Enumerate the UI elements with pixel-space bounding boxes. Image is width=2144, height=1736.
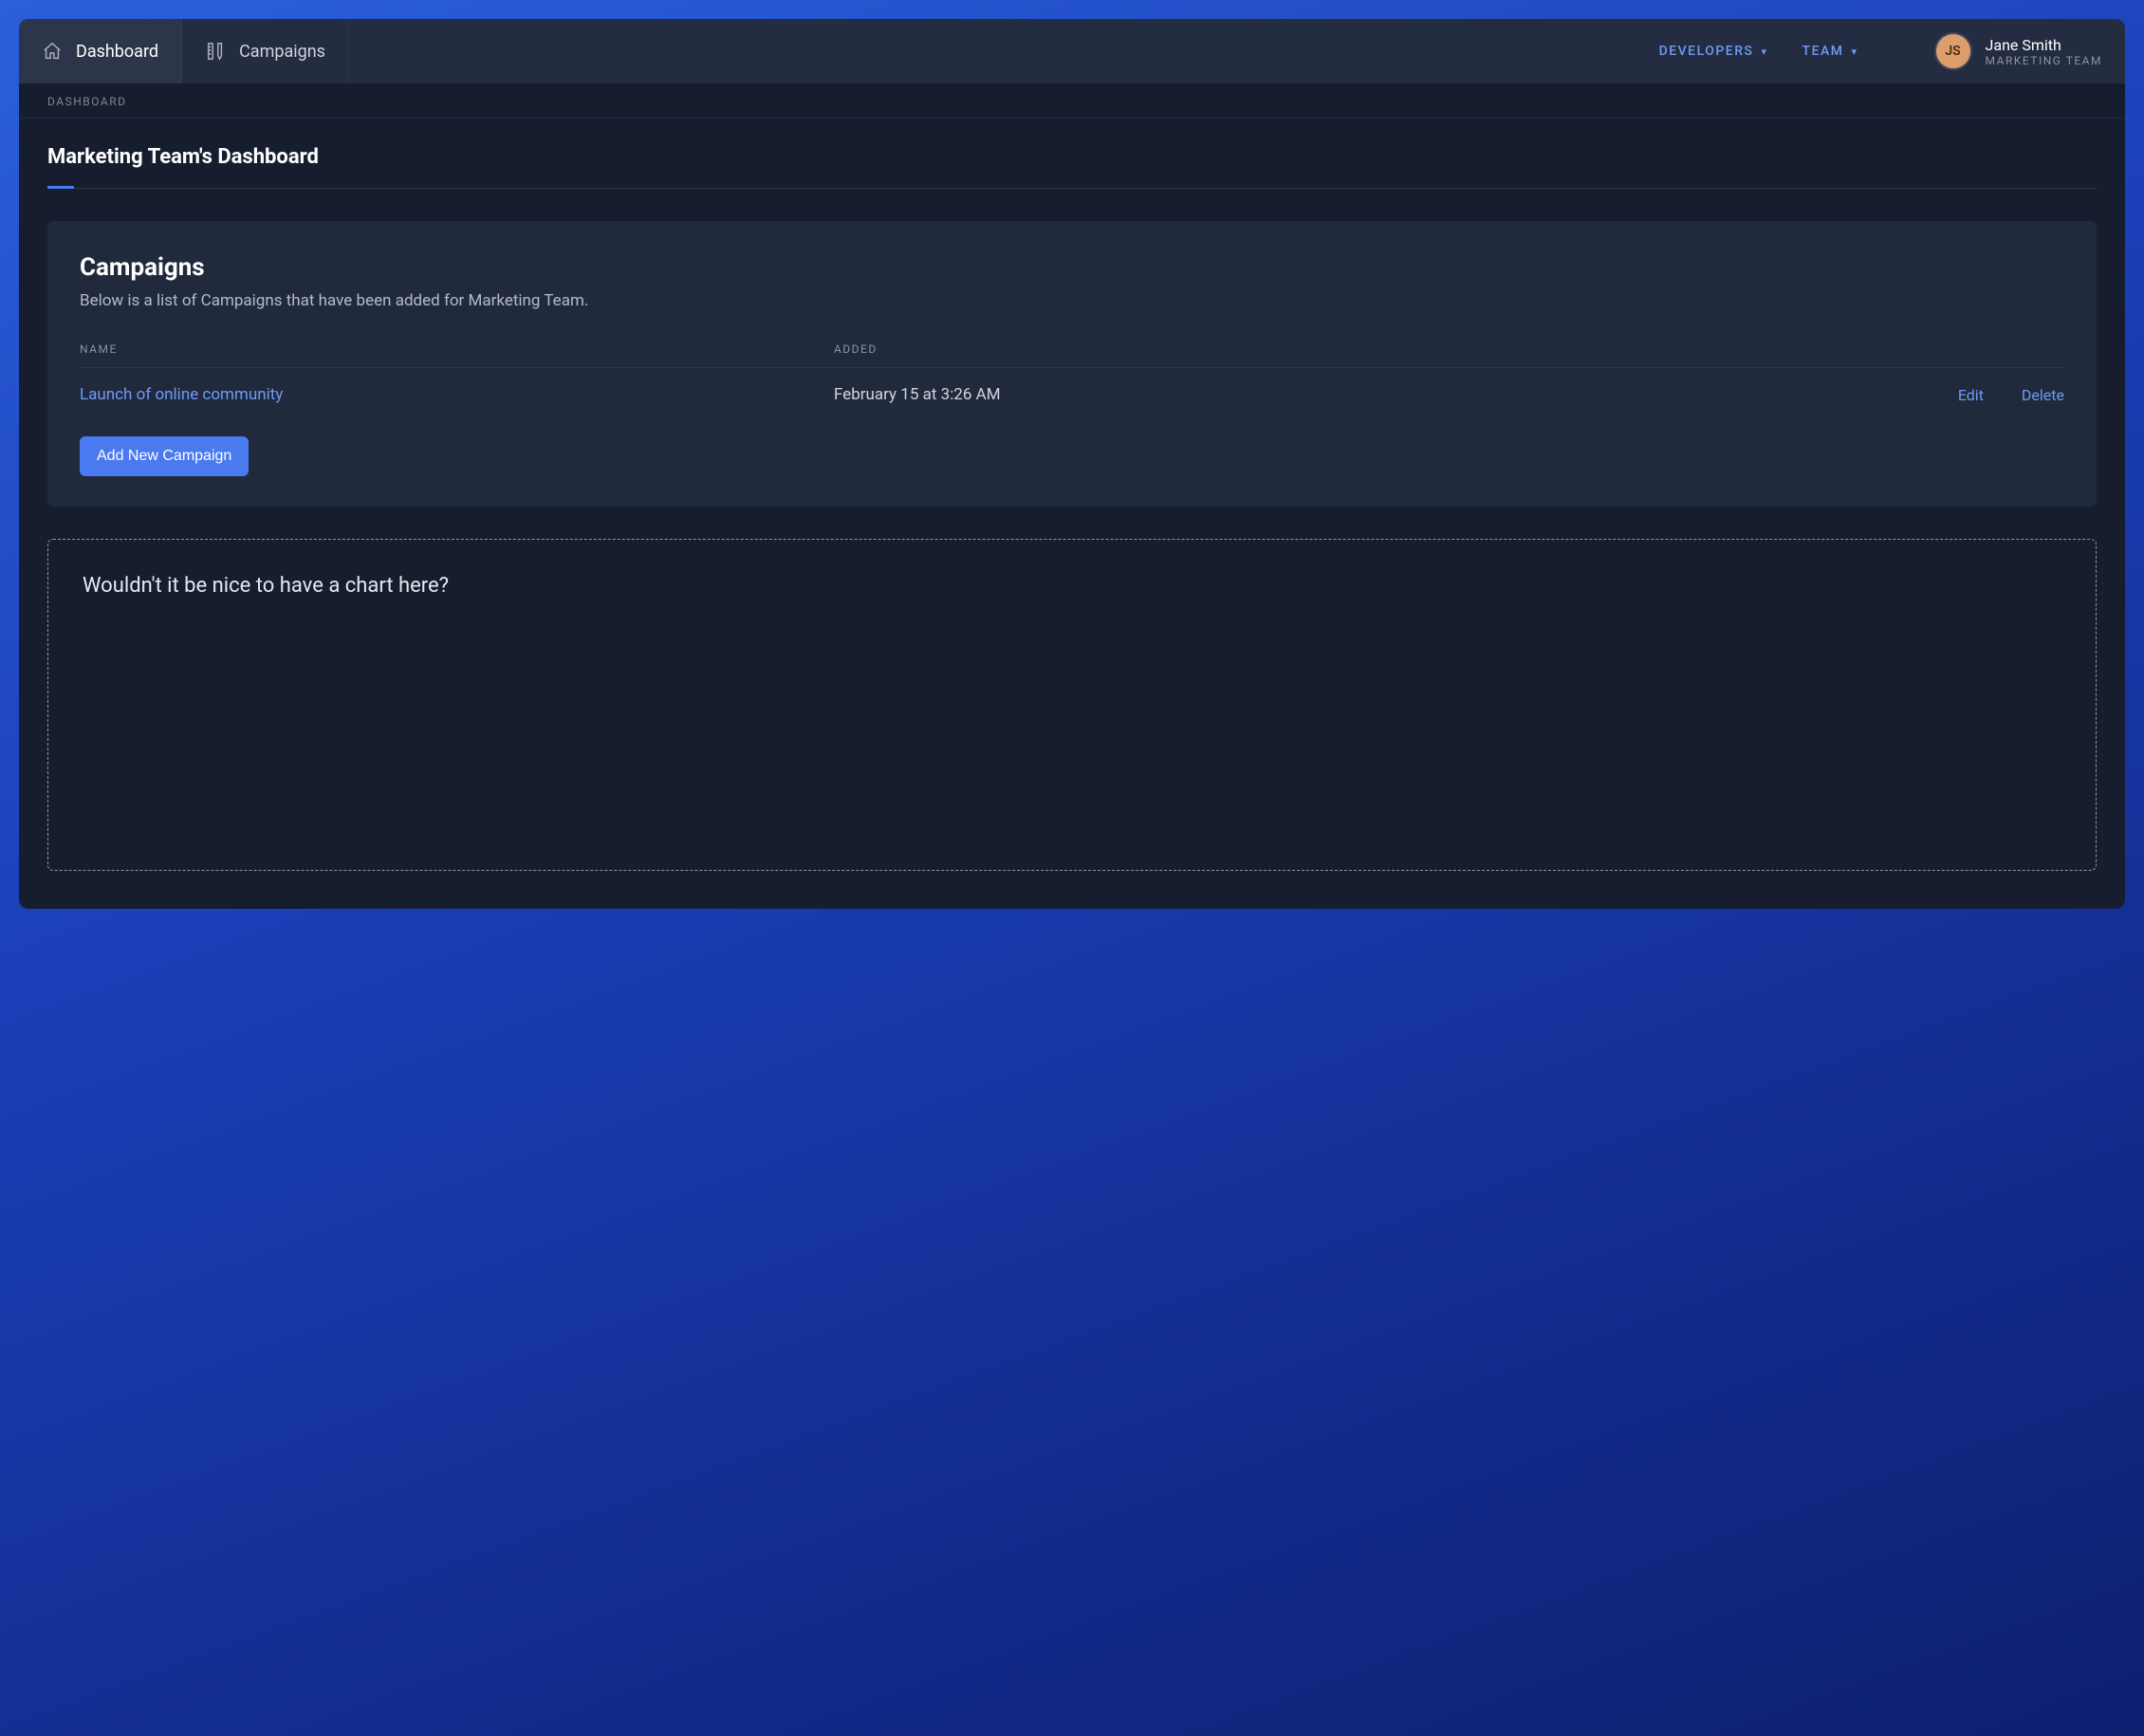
campaigns-table: Name Added Launch of online community Fe…: [80, 333, 2064, 421]
card-subtitle: Below is a list of Campaigns that have b…: [80, 291, 2064, 310]
chart-placeholder: Wouldn't it be nice to have a chart here…: [47, 539, 2097, 871]
nav-tabs: Dashboard Campaigns: [19, 19, 349, 83]
app-shell: Dashboard Campaigns DEVELOPERS ▾: [19, 19, 2125, 909]
breadcrumb: DASHBOARD: [19, 83, 2125, 119]
col-header-actions: [1628, 342, 2064, 356]
placeholder-text: Wouldn't it be nice to have a chart here…: [83, 574, 2061, 598]
user-name: Jane Smith: [1986, 36, 2102, 54]
nav-tab-label: Dashboard: [76, 42, 158, 62]
col-header-name: Name: [80, 342, 834, 356]
chevron-down-icon: ▾: [1762, 46, 1768, 58]
top-link-label: TEAM: [1802, 44, 1844, 59]
nav-tab-label: Campaigns: [239, 42, 325, 62]
col-header-added: Added: [834, 342, 1628, 356]
spacer: [349, 19, 1659, 83]
table-row: Launch of online community February 15 a…: [80, 368, 2064, 421]
campaign-added: February 15 at 3:26 AM: [834, 385, 1628, 404]
top-link-label: DEVELOPERS: [1659, 44, 1754, 59]
edit-link[interactable]: Edit: [1958, 386, 1984, 404]
table-header: Name Added: [80, 333, 2064, 368]
page-title: Marketing Team's Dashboard: [47, 145, 2097, 189]
campaigns-card: Campaigns Below is a list of Campaigns t…: [47, 221, 2097, 507]
topbar: Dashboard Campaigns DEVELOPERS ▾: [19, 19, 2125, 83]
delete-link[interactable]: Delete: [2022, 386, 2064, 404]
top-links: DEVELOPERS ▾ TEAM ▾ JS Jane Smith MARKET…: [1659, 19, 2102, 83]
top-link-team[interactable]: TEAM ▾: [1802, 44, 1858, 59]
breadcrumb-text: DASHBOARD: [47, 95, 126, 108]
add-campaign-button[interactable]: Add New Campaign: [80, 436, 249, 476]
avatar: JS: [1934, 32, 1972, 70]
avatar-initials: JS: [1945, 44, 1960, 59]
user-meta: Jane Smith MARKETING TEAM: [1986, 36, 2102, 67]
card-title: Campaigns: [80, 253, 2064, 282]
house-icon: [42, 41, 63, 62]
top-link-developers[interactable]: DEVELOPERS ▾: [1659, 44, 1768, 59]
content: Marketing Team's Dashboard Campaigns Bel…: [19, 119, 2125, 909]
ruler-pencil-icon: [205, 41, 226, 62]
chevron-down-icon: ▾: [1852, 46, 1858, 58]
nav-tab-campaigns[interactable]: Campaigns: [182, 19, 349, 83]
nav-tab-dashboard[interactable]: Dashboard: [19, 19, 182, 83]
campaign-name-link[interactable]: Launch of online community: [80, 385, 283, 404]
user-menu[interactable]: JS Jane Smith MARKETING TEAM: [1934, 32, 2102, 70]
user-team: MARKETING TEAM: [1986, 54, 2102, 67]
